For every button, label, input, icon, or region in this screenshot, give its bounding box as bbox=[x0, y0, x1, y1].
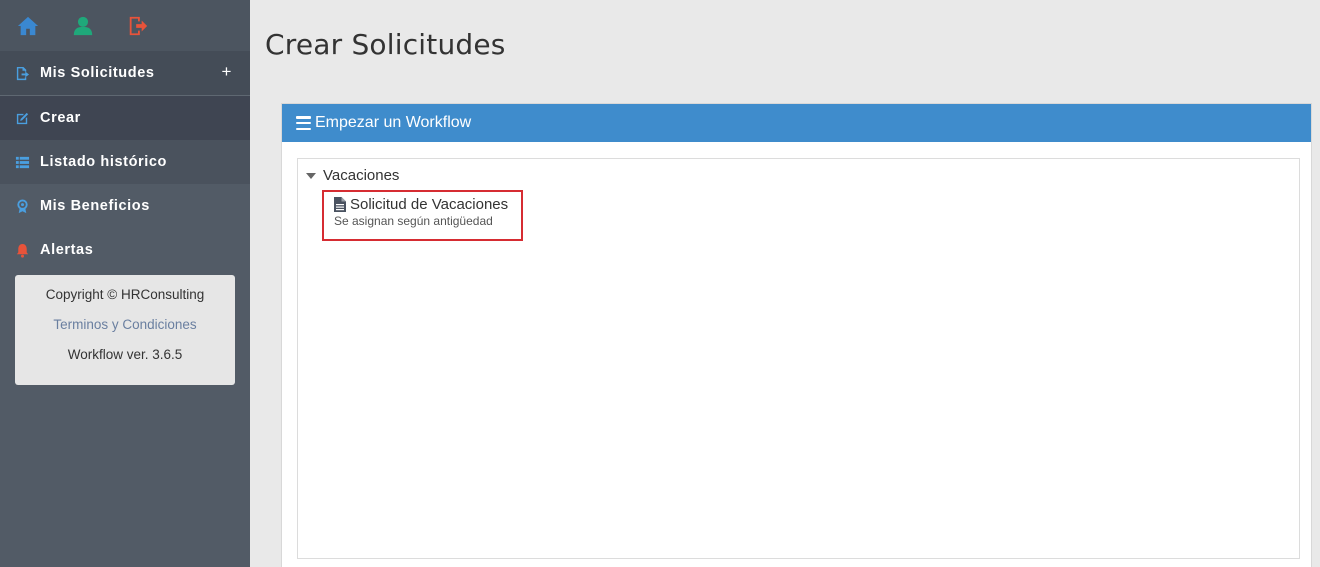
panel-header: Empezar un Workflow bbox=[282, 104, 1311, 142]
sidebar-item-label: Crear bbox=[40, 110, 81, 126]
bars-icon bbox=[296, 116, 311, 130]
award-icon bbox=[14, 198, 30, 214]
sidebar: Mis Solicitudes + Crear Listado históric… bbox=[0, 0, 250, 567]
sidebar-item-label: Mis Solicitudes bbox=[40, 65, 155, 81]
sidebar-item-mis-solicitudes[interactable]: Mis Solicitudes + bbox=[0, 51, 250, 96]
workflow-tree: Vacaciones Solicitud de Vacaciones Se as… bbox=[297, 158, 1300, 559]
expand-plus-icon[interactable]: + bbox=[221, 62, 232, 82]
bell-icon bbox=[14, 242, 30, 258]
tree-group-vacaciones[interactable]: Vacaciones bbox=[306, 167, 399, 184]
workflow-panel: Empezar un Workflow Vacaciones Solicitud… bbox=[281, 103, 1312, 567]
file-export-icon bbox=[14, 65, 30, 81]
sidebar-item-mis-beneficios[interactable]: Mis Beneficios bbox=[0, 184, 250, 228]
sidebar-item-alertas[interactable]: Alertas bbox=[0, 228, 250, 272]
workflow-item-title-row: Solicitud de Vacaciones bbox=[334, 196, 521, 213]
sidebar-item-listado-historico[interactable]: Listado histórico bbox=[0, 140, 250, 184]
workflow-item-solicitud-vacaciones[interactable]: Solicitud de Vacaciones Se asignan según… bbox=[322, 190, 523, 241]
sidebar-footer: Copyright © HRConsulting Terminos y Cond… bbox=[15, 275, 235, 385]
caret-down-icon[interactable] bbox=[306, 172, 316, 179]
edit-icon bbox=[14, 110, 30, 126]
panel-title: Empezar un Workflow bbox=[315, 114, 472, 131]
tree-group-label: Vacaciones bbox=[323, 167, 400, 184]
copyright-text: Copyright © HRConsulting bbox=[45, 287, 205, 302]
sidebar-top-icons bbox=[0, 0, 250, 51]
version-text: Workflow ver. 3.6.5 bbox=[67, 347, 183, 362]
sidebar-item-crear[interactable]: Crear bbox=[0, 96, 250, 140]
workflow-item-subtitle: Se asignan según antigüedad bbox=[334, 214, 493, 228]
page-title: Crear Solicitudes bbox=[265, 28, 506, 61]
file-text-icon bbox=[334, 197, 346, 212]
user-icon[interactable] bbox=[71, 14, 95, 38]
terms-link[interactable]: Terminos y Condiciones bbox=[15, 310, 235, 340]
sidebar-item-label: Listado histórico bbox=[40, 154, 168, 170]
list-icon bbox=[14, 154, 30, 170]
sidebar-item-label: Mis Beneficios bbox=[40, 198, 150, 214]
sidebar-item-label: Alertas bbox=[40, 242, 94, 258]
home-icon[interactable] bbox=[16, 14, 40, 38]
workflow-item-title: Solicitud de Vacaciones bbox=[350, 196, 509, 213]
logout-icon[interactable] bbox=[126, 14, 150, 38]
